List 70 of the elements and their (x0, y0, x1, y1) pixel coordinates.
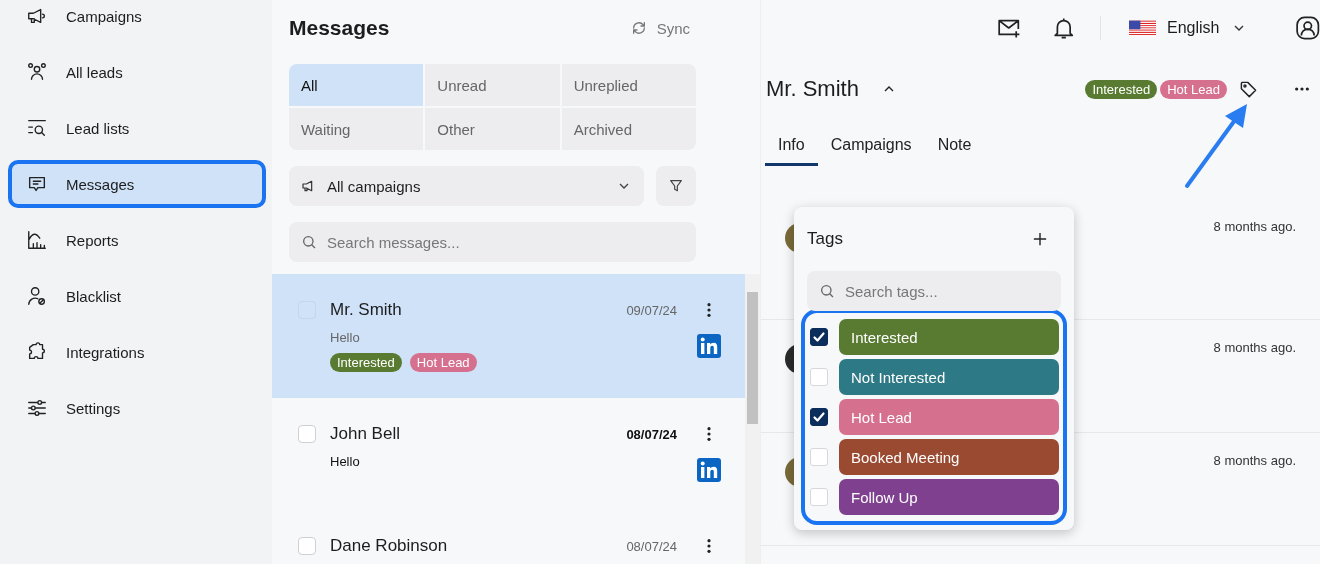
more-options-icon[interactable] (706, 426, 712, 442)
filter-tab[interactable]: Unread (425, 64, 560, 106)
filter-button[interactable] (656, 166, 696, 206)
people-icon (26, 61, 48, 83)
sidebar-item[interactable]: Messages (8, 160, 266, 208)
sidebar-item[interactable]: Campaigns (8, 0, 266, 40)
panel-title: Messages (289, 16, 390, 40)
list-search-icon (26, 117, 48, 139)
linkedin-icon (697, 334, 721, 358)
conversation-item[interactable]: Dane Robinson 08/07/24 (272, 510, 745, 564)
tag-chip: Interested (1085, 79, 1158, 99)
tag-chip: Interested (330, 353, 402, 372)
lead-name: Mr. Smith (766, 76, 859, 102)
conversation-item[interactable]: John Bell 08/07/24 Hello (272, 398, 745, 510)
message-preview: Hello (330, 330, 360, 345)
message-date: 08/07/24 (626, 426, 677, 442)
sync-button[interactable]: Sync (624, 18, 696, 38)
checkbox[interactable] (810, 328, 828, 346)
filter-tab[interactable]: Archived (561, 108, 696, 150)
language-selector[interactable]: English (1129, 19, 1247, 37)
more-options-icon[interactable] (1294, 86, 1310, 92)
message-preview: Hello (330, 454, 360, 469)
tag-option[interactable]: Follow Up (839, 479, 1059, 515)
scrollbar[interactable] (745, 274, 760, 564)
tab[interactable]: Campaigns (817, 128, 925, 166)
sidebar-item[interactable]: All leads (8, 48, 266, 96)
tag-chip: Hot Lead (1160, 79, 1227, 99)
add-icon[interactable] (1033, 232, 1047, 246)
timestamp: 8 months ago. (1213, 453, 1296, 468)
refresh-icon (630, 20, 647, 36)
tag-option[interactable]: Not Interested (839, 359, 1059, 395)
search-field[interactable]: Search messages... (289, 222, 696, 262)
tab[interactable]: Note (924, 128, 985, 166)
sidebar-item[interactable]: Settings (8, 384, 266, 432)
tab[interactable]: Info (765, 128, 818, 166)
tag-option[interactable]: Booked Meeting (839, 439, 1059, 475)
contact-name: Dane Robinson (330, 536, 448, 556)
tag-chip: Hot Lead (409, 353, 477, 372)
linkedin-icon (697, 458, 721, 482)
sidebar-item[interactable]: Blacklist (8, 272, 266, 320)
tag-icon[interactable] (1239, 79, 1258, 99)
filter-tab[interactable]: Waiting (289, 108, 424, 150)
search-icon (819, 283, 835, 299)
filter-tab[interactable]: Other (425, 108, 560, 150)
sliders-icon (26, 397, 48, 419)
more-options-icon[interactable] (706, 538, 712, 554)
filter-tab[interactable]: All (289, 64, 424, 106)
contact-name: Mr. Smith (330, 300, 402, 320)
sidebar-item[interactable]: Lead lists (8, 104, 266, 152)
message-date: 08/07/24 (626, 538, 677, 554)
user-icon[interactable] (1294, 15, 1320, 41)
popup-title: Tags (807, 229, 843, 249)
more-options-icon[interactable] (706, 302, 712, 318)
filter-tab[interactable]: Unreplied (561, 64, 696, 106)
search-field[interactable]: Search tags... (807, 271, 1061, 311)
chart-icon (26, 229, 48, 251)
sidebar-item[interactable]: Reports (8, 216, 266, 264)
filter-icon (668, 178, 684, 194)
sidebar-item[interactable]: Integrations (8, 328, 266, 376)
search-icon (301, 234, 317, 250)
person-block-icon (26, 285, 48, 307)
contact-name: John Bell (330, 424, 400, 444)
campaign-dropdown[interactable]: All campaigns (289, 166, 644, 206)
flag-icon (1129, 19, 1156, 37)
tag-option[interactable]: Interested (839, 319, 1059, 355)
message-date: 09/07/24 (626, 302, 677, 318)
checkbox[interactable] (810, 408, 828, 426)
timestamp: 8 months ago. (1213, 219, 1296, 234)
conversation-item[interactable]: Mr. Smith 09/07/24 Hello Interested Hot Lead (272, 274, 745, 398)
timestamp: 8 months ago. (1213, 340, 1296, 355)
